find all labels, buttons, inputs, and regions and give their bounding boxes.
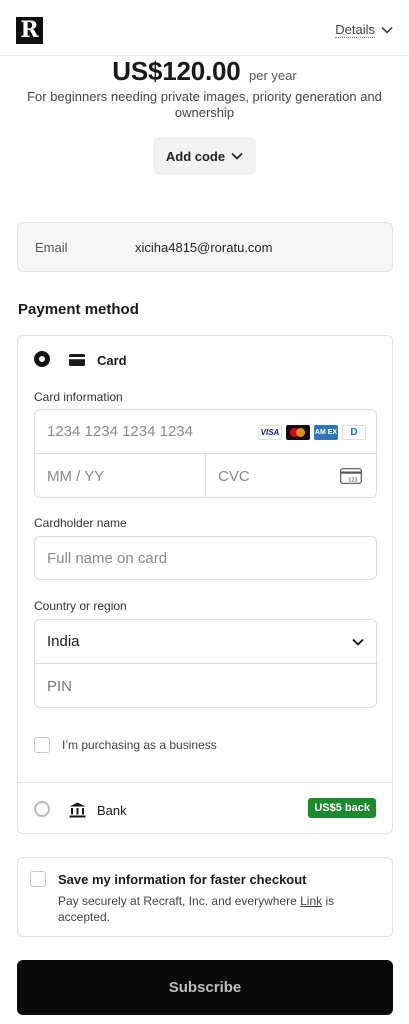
email-summary: Email xiciha4815@roratu.com xyxy=(17,222,393,272)
country-region-label: Country or region xyxy=(34,599,127,613)
link-link[interactable]: Link xyxy=(300,894,322,908)
save-info-checkbox[interactable] xyxy=(30,871,46,887)
bank-option-label: Bank xyxy=(97,803,127,818)
email-label: Email xyxy=(35,239,68,255)
plan-price: US$120.00 xyxy=(112,56,241,86)
card-information-group: VISA AM EX D 123 xyxy=(34,409,378,498)
bank-cashback-badge: US$5 back xyxy=(308,798,376,818)
chevron-down-icon xyxy=(352,638,364,646)
cardholder-name-input[interactable] xyxy=(35,537,376,579)
bank-icon xyxy=(69,802,86,818)
email-value: xiciha4815@roratu.com xyxy=(135,239,273,255)
details-button[interactable]: Details xyxy=(335,22,393,38)
add-code-label: Add code xyxy=(165,148,226,164)
top-bar: R Details xyxy=(0,0,409,56)
credit-card-icon xyxy=(69,354,85,366)
save-info-desc-prefix: Pay securely at Recraft, Inc. and everyw… xyxy=(58,894,301,908)
price-row: US$120.00 per year xyxy=(0,56,409,87)
pin-input[interactable] xyxy=(35,664,378,708)
cvc-icon-text: 123 xyxy=(348,478,357,484)
bank-radio[interactable] xyxy=(34,801,50,817)
card-information-label: Card information xyxy=(34,390,123,404)
chevron-down-icon xyxy=(231,152,243,160)
country-group: India xyxy=(34,619,378,708)
add-code-button[interactable]: Add code xyxy=(153,137,256,175)
details-label: Details xyxy=(335,22,375,38)
cvc-field[interactable]: 123 xyxy=(206,454,378,498)
subscribe-button[interactable]: Subscribe xyxy=(17,960,393,1015)
cvc-card-icon: 123 xyxy=(340,468,362,484)
cardholder-name-field[interactable] xyxy=(34,536,377,580)
mastercard-icon xyxy=(286,425,310,440)
payment-method-panel: Card Card information VISA AM EX D 123 C… xyxy=(17,335,393,834)
expiry-field[interactable] xyxy=(35,454,206,498)
card-option-label: Card xyxy=(97,353,127,368)
card-number-field[interactable]: VISA AM EX D xyxy=(35,410,378,454)
chevron-down-icon xyxy=(381,26,393,34)
country-select[interactable]: India xyxy=(35,620,378,664)
expiry-input[interactable] xyxy=(35,454,205,498)
recraft-logo[interactable]: R xyxy=(16,17,43,44)
save-information-panel: Save my information for faster checkout … xyxy=(17,857,393,937)
save-info-description: Pay securely at Recraft, Inc. and everyw… xyxy=(58,893,378,925)
plan-description: For beginners needing private images, pr… xyxy=(27,89,382,120)
business-checkbox-label: I’m purchasing as a business xyxy=(62,738,217,752)
save-info-title: Save my information for faster checkout xyxy=(58,872,307,887)
visa-icon: VISA xyxy=(258,425,282,440)
card-brands: VISA AM EX D xyxy=(258,425,366,440)
pin-field[interactable] xyxy=(35,664,378,708)
plan-period: per year xyxy=(249,68,297,83)
amex-icon: AM EX xyxy=(314,425,338,440)
country-value: India xyxy=(47,633,80,650)
payment-method-title: Payment method xyxy=(18,301,139,318)
business-checkbox[interactable] xyxy=(34,737,50,753)
cardholder-name-label: Cardholder name xyxy=(34,516,127,530)
diners-club-icon: D xyxy=(342,425,366,440)
divider xyxy=(18,782,392,783)
card-radio[interactable] xyxy=(34,351,50,367)
